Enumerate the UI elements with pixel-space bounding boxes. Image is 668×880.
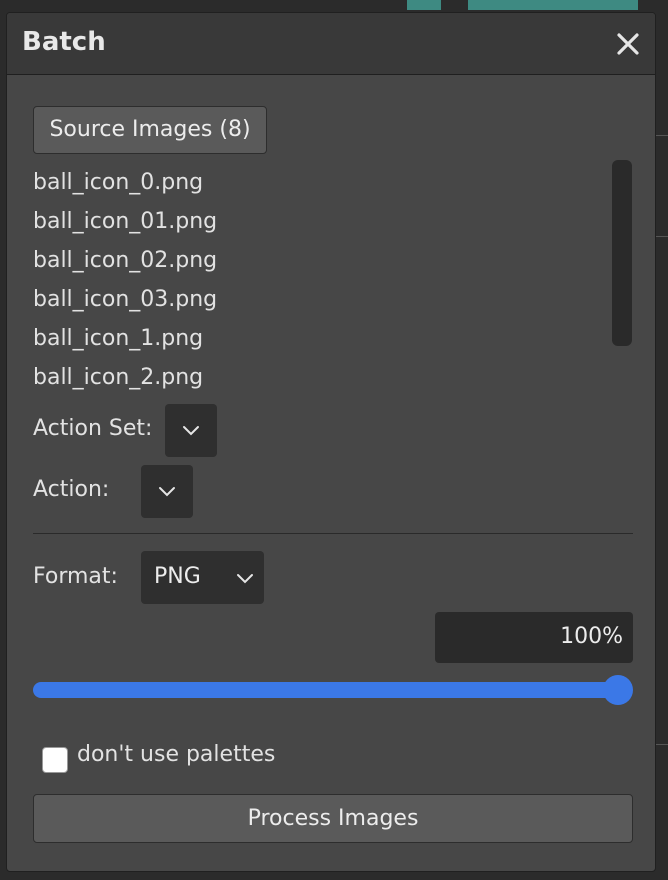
chevron-down-icon xyxy=(183,426,199,436)
format-value: PNG xyxy=(154,564,201,589)
file-list-item[interactable]: ball_icon_02.png xyxy=(33,241,603,280)
quality-percent-field[interactable]: 100% xyxy=(435,612,633,663)
quality-slider-thumb[interactable] xyxy=(603,675,633,705)
action-set-select[interactable] xyxy=(165,404,217,457)
file-list-item[interactable]: ball_icon_1.png xyxy=(33,319,603,358)
source-images-button[interactable]: Source Images (8) xyxy=(33,106,267,154)
process-images-button[interactable]: Process Images xyxy=(33,794,633,843)
action-label: Action: xyxy=(33,477,110,502)
quality-percent-value: 100% xyxy=(560,624,623,649)
file-list-item[interactable]: ball_icon_03.png xyxy=(33,280,603,319)
dont-use-palettes-checkbox[interactable] xyxy=(42,747,68,773)
file-list-item[interactable]: ball_icon_0.png xyxy=(33,163,603,202)
format-select[interactable]: PNG xyxy=(141,551,264,604)
close-button[interactable] xyxy=(613,27,643,59)
action-set-label: Action Set: xyxy=(33,416,153,441)
format-label: Format: xyxy=(33,564,118,589)
file-list-item[interactable]: ball_icon_01.png xyxy=(33,202,603,241)
close-icon xyxy=(617,33,639,55)
background-divider xyxy=(656,744,668,745)
background-toolbar-fragment xyxy=(468,0,638,10)
section-divider xyxy=(33,533,633,534)
dialog-title-bar: Batch xyxy=(7,13,655,75)
background-toolbar-fragment xyxy=(407,0,441,10)
source-file-list[interactable]: ball_icon_0.png ball_icon_01.png ball_ic… xyxy=(33,163,603,403)
background-divider xyxy=(656,236,668,237)
chevron-down-icon xyxy=(159,487,175,497)
action-select[interactable] xyxy=(141,465,193,518)
chevron-down-icon xyxy=(237,574,253,584)
background-divider xyxy=(656,135,668,136)
dont-use-palettes-label[interactable]: don't use palettes xyxy=(77,742,275,767)
file-list-scrollbar[interactable] xyxy=(612,160,632,346)
batch-dialog: Batch Source Images (8) ball_icon_0.png … xyxy=(6,12,656,872)
file-list-item[interactable]: ball_icon_2.png xyxy=(33,358,603,397)
dialog-title: Batch xyxy=(22,27,106,57)
quality-slider-track[interactable] xyxy=(33,682,619,698)
